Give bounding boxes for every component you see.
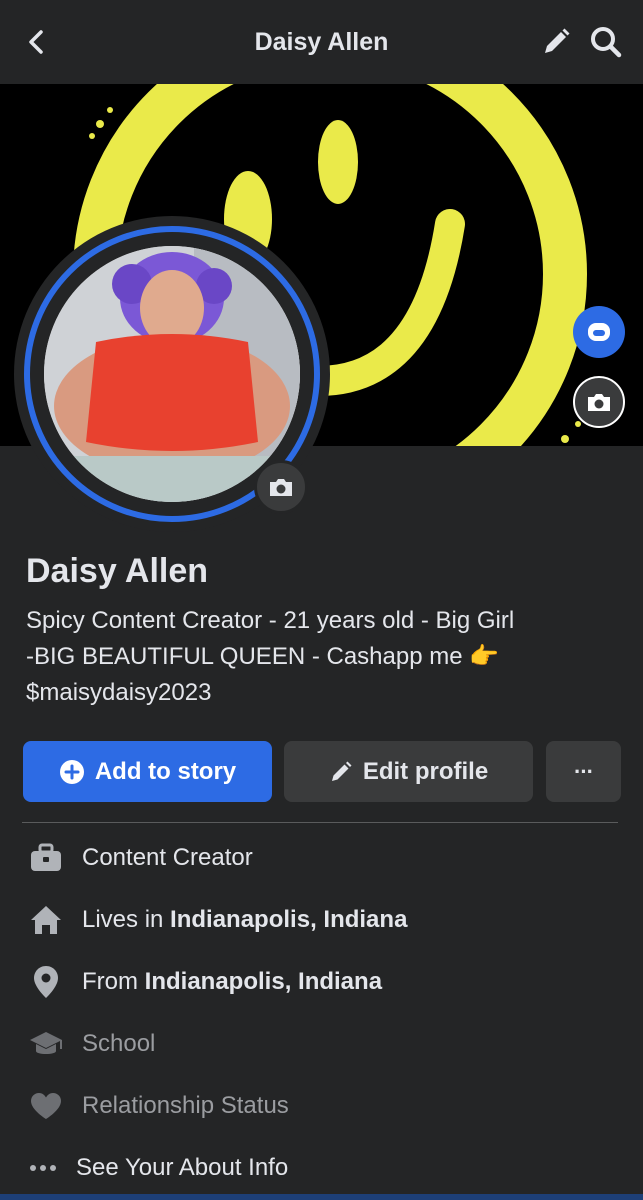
top-bar: Daisy Allen [0,0,643,84]
more-dots-icon [26,1148,60,1188]
graduation-cap-icon [26,1024,66,1064]
edit-profile-button[interactable]: Edit profile [284,741,533,802]
intro-from[interactable]: From Indianapolis, Indiana [26,962,382,1002]
avatar-icon [588,323,610,341]
lives-prefix: Lives in [82,906,171,933]
relationship-text: Relationship Status [82,1092,289,1119]
intro-work[interactable]: Content Creator [26,838,253,878]
profile-bio: Spicy Content Creator - 21 years old - B… [26,603,616,711]
bottom-edge [0,1194,643,1200]
briefcase-icon [26,838,66,878]
search-button[interactable] [584,20,628,64]
home-icon [26,900,66,940]
more-options-button[interactable]: ··· [546,741,621,802]
intro-lives-in[interactable]: Lives in Indianapolis, Indiana [26,900,407,940]
add-to-story-button[interactable]: Add to story [23,741,272,802]
edit-profile-label: Edit profile [362,757,489,785]
from-prefix: From [82,968,145,995]
search-icon [591,27,622,58]
lives-place[interactable]: Indianapolis, Indiana [170,906,407,934]
from-place[interactable]: Indianapolis, Indiana [145,968,382,996]
heart-icon [26,1086,66,1126]
intro-relationship[interactable]: Relationship Status [26,1086,289,1126]
more-dots-icon: ··· [574,758,594,784]
work-text: Content Creator [82,844,253,871]
divider [22,822,618,823]
school-text: School [82,1030,156,1057]
pencil-icon [545,28,570,53]
bio-line: $maisydaisy2023 [26,679,212,706]
location-pin-icon [26,962,66,1002]
profile-photo [44,246,300,502]
avatar-frame-button[interactable] [573,306,625,358]
camera-icon [270,479,292,496]
add-to-story-label: Add to story [94,757,237,785]
plus-circle-icon [59,759,85,785]
camera-icon [588,394,610,411]
edit-button[interactable] [534,20,578,64]
intro-school[interactable]: School [26,1024,155,1064]
see-about-text: See Your About Info [76,1154,289,1181]
pencil-icon [329,760,353,784]
bio-line: Spicy Content Creator - 21 years old - B… [26,607,515,634]
bio-line: -BIG BEAUTIFUL QUEEN - Cashapp me 👉 [26,643,500,670]
edit-profile-picture-button[interactable] [254,460,308,514]
see-about-info-link[interactable]: See Your About Info [26,1148,288,1188]
profile-name: Daisy Allen [26,552,209,590]
edit-cover-photo-button[interactable] [573,376,625,428]
